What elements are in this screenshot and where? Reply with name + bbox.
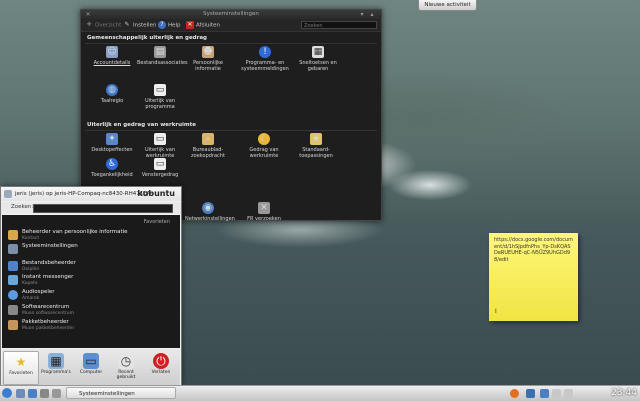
kickoff-search-bar: Zoeken:	[1, 202, 181, 214]
item-desktop-search[interactable]: ⌕ Bureaublad-zoekopdracht	[185, 133, 231, 159]
info-icon: !	[259, 46, 271, 58]
sticky-note[interactable]: https://docs.google.com/document/d/1hSJp…	[489, 233, 578, 321]
window-icon: ▭	[154, 84, 166, 96]
chat-icon	[8, 275, 18, 285]
tab-applications[interactable]: ▦ Programma's	[39, 351, 73, 383]
item-extra[interactable]: ✕ FR verzoeken	[241, 202, 287, 222]
item-notifications[interactable]: ! Programma- en systeemmeldingen	[237, 46, 293, 72]
person-icon: ☻	[202, 46, 214, 58]
applications-icon: ▦	[48, 353, 64, 369]
desktop-icon[interactable]	[16, 389, 25, 398]
star-document-icon: ★	[310, 133, 322, 145]
user-icon: ☺	[106, 46, 118, 58]
device-tray-icon[interactable]	[540, 389, 549, 398]
crescent-icon: ☾	[258, 133, 270, 145]
pager-icon[interactable]	[52, 389, 61, 398]
settings-icon	[8, 244, 18, 254]
window-titlebar[interactable]: ✕ Systeeminstellingen ▾ ▴	[81, 10, 381, 19]
kickoff-menu: jeris (jeris) op jeris-HP-Compaq-nc8430-…	[0, 186, 182, 387]
search-icon: ⌕	[202, 133, 214, 145]
close-icon: ✕	[186, 21, 194, 29]
kubuntu-logo: kubuntu	[137, 189, 175, 198]
star-icon: ★	[15, 355, 27, 369]
firefox-icon[interactable]	[510, 389, 519, 398]
item-network-settings[interactable]: ◉ Netwerkinstellingen	[185, 202, 235, 222]
window-toolbar: ✚ Overzicht ✎ Instellen ? Help ✕ Afsluiten Z…	[81, 19, 381, 32]
section-title-common: Gemeenschappelijk uiterlijk en gedrag	[87, 35, 207, 41]
audio-icon	[8, 290, 18, 300]
avatar	[4, 189, 12, 198]
item-shortcuts[interactable]: ▦ Sneltoetsen en gebaren	[295, 46, 341, 72]
item-desktop-effects[interactable]: ✦ Desktopeffecten	[89, 133, 135, 153]
item-workspace-appearance[interactable]: ▭ Uiterlijk van werkruimte	[137, 133, 183, 159]
package-icon	[8, 320, 18, 330]
kickoff-launcher-icon[interactable]	[2, 388, 12, 398]
help-icon: ?	[158, 21, 166, 29]
software-center-icon	[8, 305, 18, 315]
taskbar: Systeeminstellingen 23:44	[0, 385, 640, 401]
item-personal-info[interactable]: ☻ Persoonlijke informatie	[185, 46, 231, 72]
item-default-apps[interactable]: ★ Standaard-toepassingen	[293, 133, 339, 159]
window-menu-icon[interactable]: ✕	[85, 12, 91, 18]
network-icon: ◉	[202, 202, 214, 214]
back-arrow-icon: ✚	[86, 21, 92, 28]
settings-search-input[interactable]: Zoeken	[301, 21, 377, 29]
network-tray-icon[interactable]	[526, 389, 535, 398]
window-icon: ▭	[154, 158, 166, 170]
kickoff-search-input[interactable]	[33, 204, 173, 213]
note-text: https://docs.google.com/document/d/1hSJp…	[494, 237, 574, 263]
favorites-list: Favorieten Beheerder van persoonlijke in…	[2, 215, 180, 348]
dolphin-icon[interactable]	[28, 389, 37, 398]
quit-button[interactable]: ✕ Afsluiten	[186, 21, 220, 30]
power-icon: ⏻	[153, 353, 169, 369]
item-workspace-behavior[interactable]: ☾ Gedrag van werkruimte	[241, 133, 287, 159]
tab-favorites[interactable]: ★ Favorieten	[3, 351, 39, 385]
kontact-icon	[8, 230, 18, 240]
search-label: Zoeken:	[11, 204, 34, 210]
item-window-behavior[interactable]: ▭ Venstergedrag	[137, 158, 183, 178]
tab-computer[interactable]: ▭ Computer	[74, 351, 108, 383]
window-title: Systeeminstellingen	[203, 11, 259, 17]
kickoff-tabs: ★ Favorieten ▦ Programma's ▭ Computer ◷ Rece…	[2, 349, 180, 385]
divider	[85, 43, 377, 44]
new-activity-button[interactable]: Nieuwe activiteit	[418, 0, 477, 11]
keyboard-icon: ▦	[312, 46, 324, 58]
effects-icon: ✦	[106, 133, 118, 145]
tools-icon: ✕	[258, 202, 270, 214]
computer-icon: ▭	[83, 353, 99, 369]
configure-button[interactable]: ✎ Instellen	[123, 21, 156, 30]
favorites-title: Favorieten	[143, 219, 170, 225]
pager-icon[interactable]	[40, 389, 49, 398]
section-title-workspace: Uiterlijk en gedrag van werkruimte	[87, 122, 197, 128]
item-app-appearance[interactable]: ▭ Uiterlijk van programma	[137, 84, 183, 110]
divider	[85, 130, 377, 131]
tab-leave[interactable]: ⏻ Verlaten	[144, 351, 178, 383]
folder-icon	[8, 261, 18, 271]
item-account-details[interactable]: ☺ Accountdetails	[89, 46, 135, 66]
minimize-icon[interactable]: ▾	[359, 12, 365, 18]
files-icon: ▤	[154, 46, 166, 58]
item-file-associations[interactable]: ▤ Bestandsassociaties	[137, 46, 188, 66]
tab-recently-used[interactable]: ◷ Recent gebruikt	[109, 351, 143, 383]
kickoff-user-bar: jeris (jeris) op jeris-HP-Compaq-nc8430-…	[1, 187, 181, 201]
text-cursor-icon: I	[495, 307, 497, 315]
clock-icon: ◷	[118, 353, 134, 369]
item-locale[interactable]: ◍ Taalregio	[89, 84, 135, 104]
battery-icon[interactable]	[564, 389, 573, 398]
user-label: jeris (jeris) op jeris-HP-Compaq-nc8430-…	[15, 191, 153, 197]
item-accessibility[interactable]: ♿ Toegankelijkheid	[89, 158, 135, 178]
globe-icon: ◍	[106, 84, 118, 96]
window-icon: ▭	[154, 133, 166, 145]
overview-button[interactable]: ✚ Overzicht	[85, 21, 121, 30]
taskbar-task-system-settings[interactable]: Systeeminstellingen	[66, 387, 176, 399]
accessibility-icon: ♿	[106, 158, 118, 170]
help-button[interactable]: ? Help	[158, 21, 181, 30]
clock[interactable]: 23:44	[611, 386, 637, 401]
volume-icon[interactable]	[552, 389, 561, 398]
maximize-icon[interactable]: ▴	[369, 12, 375, 18]
wrench-icon: ✎	[124, 21, 130, 28]
